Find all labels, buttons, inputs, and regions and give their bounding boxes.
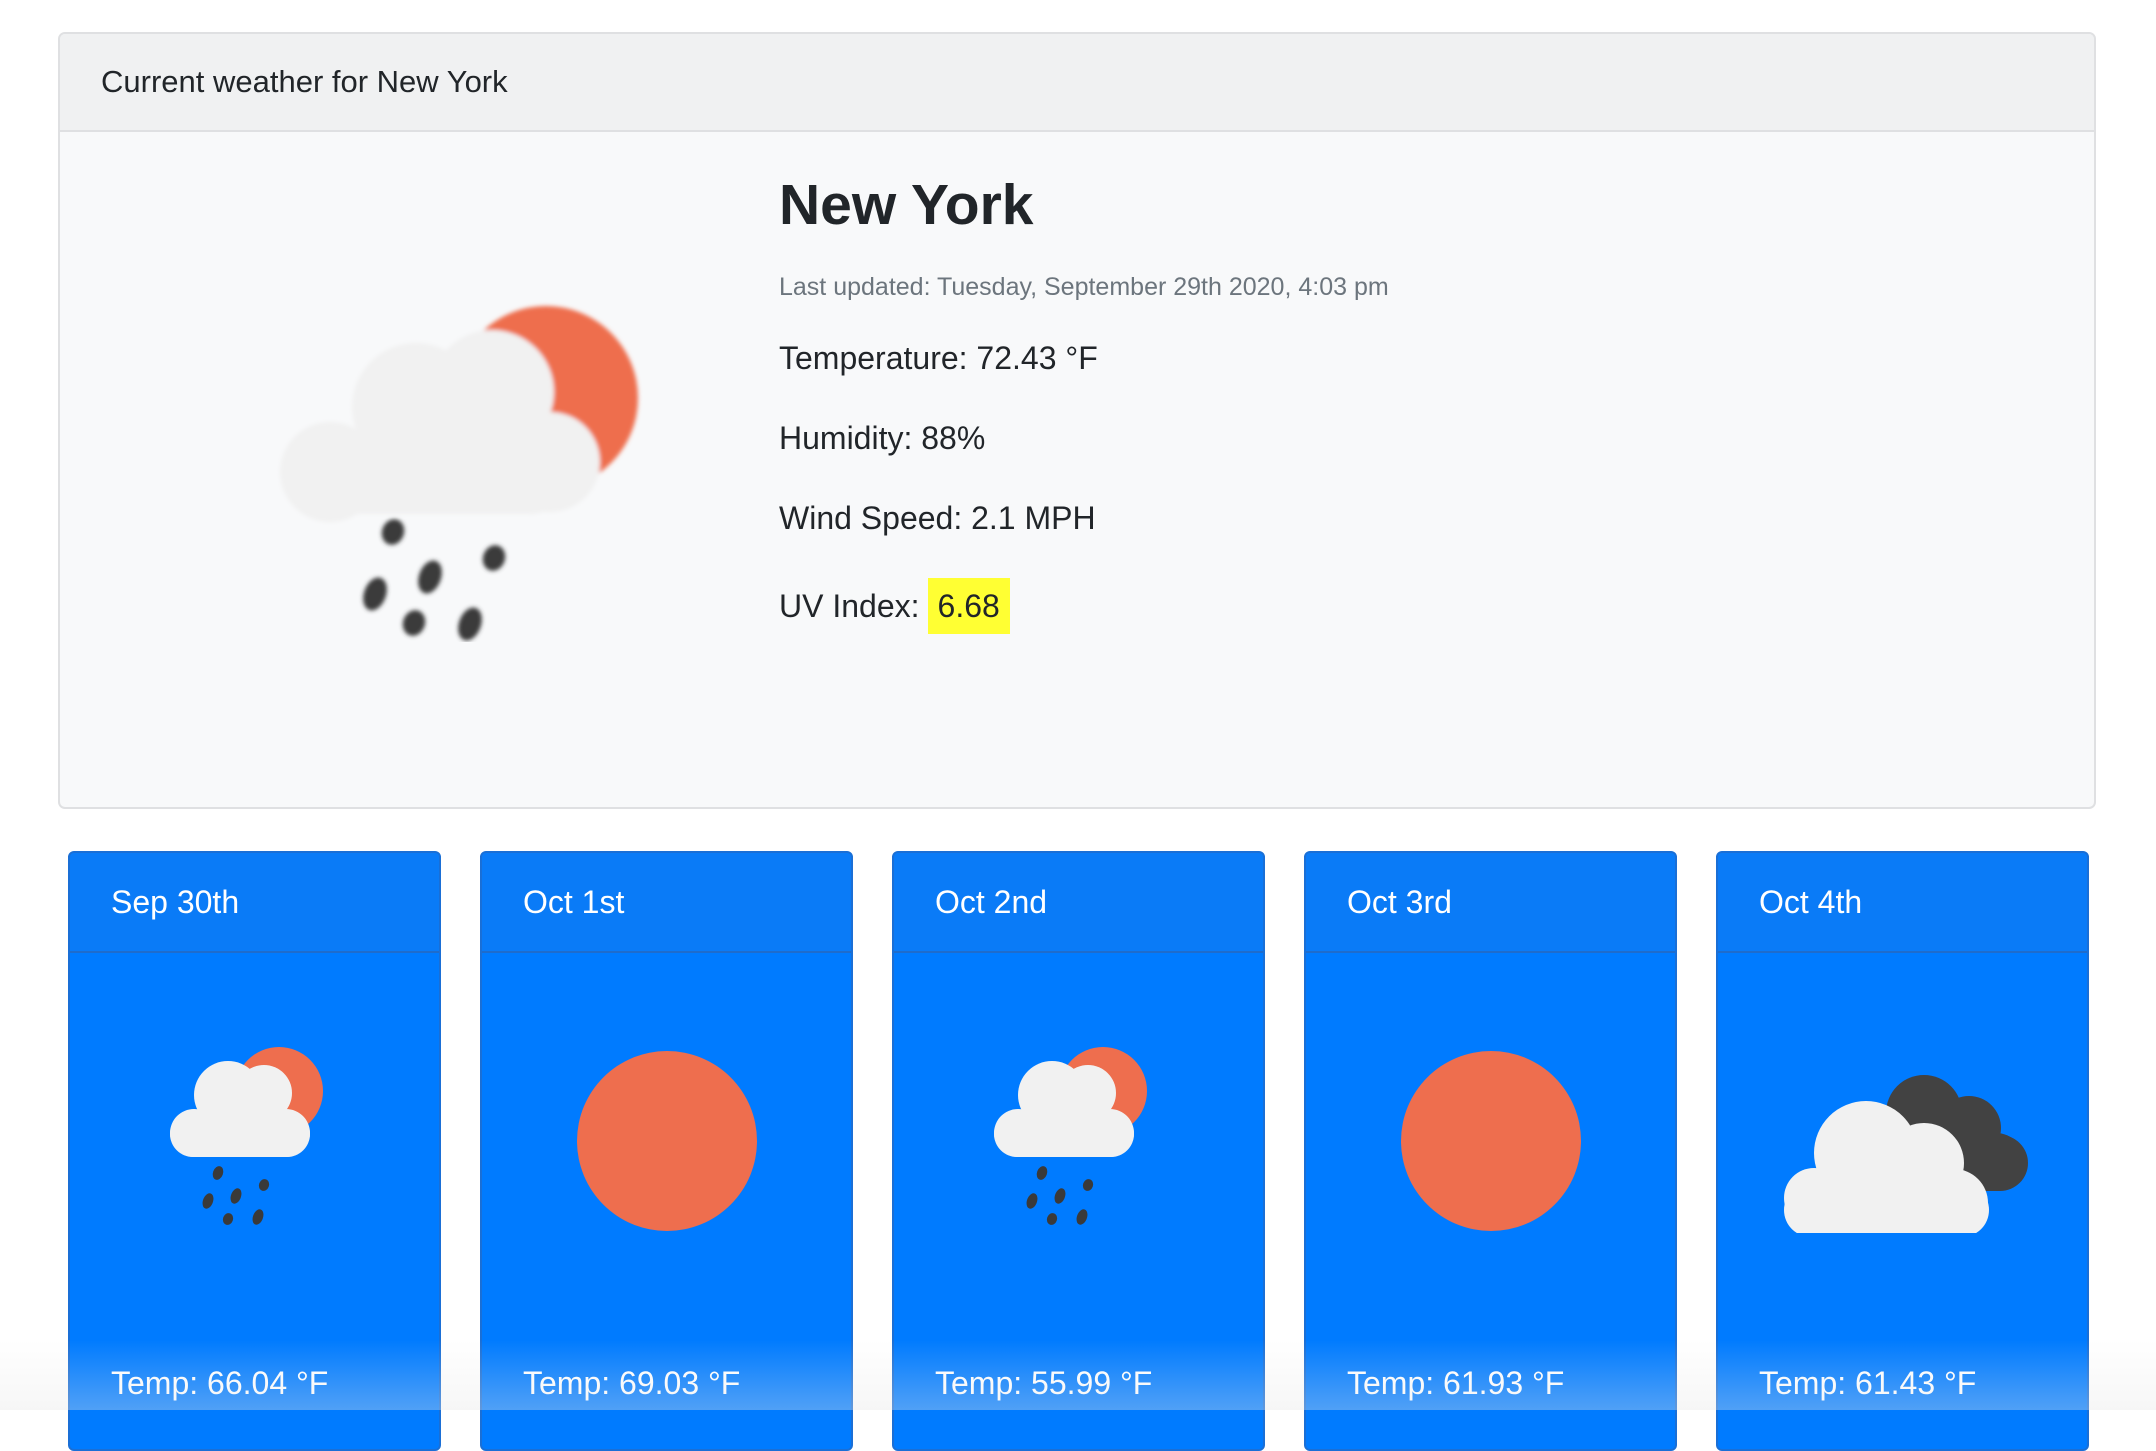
- forecast-temp: Temp: 61.43 °F: [1759, 1365, 1977, 1401]
- forecast-card: Sep 30th Temp: 66.04 °F: [68, 851, 441, 1451]
- forecast-date: Oct 1st: [482, 853, 851, 953]
- rain-sun-cloud-icon: [980, 1033, 1180, 1233]
- forecast-card: Oct 4th Temp: 61.43 °F: [1716, 851, 2089, 1451]
- forecast-temp: Temp: 55.99 °F: [935, 1365, 1153, 1401]
- current-weather-card: Current weather for New York New York La…: [58, 32, 2096, 809]
- forecast-date: Oct 2nd: [894, 853, 1263, 953]
- forecast-date: Sep 30th: [70, 853, 439, 953]
- temperature: Temperature: 72.43 °F: [779, 340, 1098, 376]
- current-weather-info: New York Last updated: Tuesday, Septembe…: [779, 172, 1389, 674]
- forecast-temp: Temp: 66.04 °F: [111, 1365, 329, 1401]
- humidity: Humidity: 88%: [779, 420, 986, 456]
- forecast-temp: Temp: 69.03 °F: [523, 1365, 741, 1401]
- forecast-card: Oct 2nd Temp: 55.99 °F: [892, 851, 1265, 1451]
- forecast-date: Oct 3rd: [1306, 853, 1675, 953]
- current-weather-header: Current weather for New York: [60, 34, 2094, 132]
- rain-sun-cloud-icon: [220, 262, 680, 642]
- city-name: New York: [779, 173, 1034, 237]
- last-updated: Last updated: Tuesday, September 29th 20…: [779, 273, 1389, 301]
- wind-speed: Wind Speed: 2.1 MPH: [779, 500, 1096, 536]
- rain-sun-cloud-icon: [156, 1033, 356, 1233]
- current-weather-body: New York Last updated: Tuesday, Septembe…: [60, 132, 2094, 807]
- uv-index-value: 6.68: [927, 578, 1010, 634]
- forecast-card: Oct 3rd Temp: 61.93 °F: [1304, 851, 1677, 1451]
- uv-index: UV Index: 6.68: [779, 578, 1389, 634]
- sun-icon: [568, 1033, 768, 1233]
- forecast-temp: Temp: 61.93 °F: [1347, 1365, 1565, 1401]
- forecast-date: Oct 4th: [1718, 853, 2087, 953]
- sun-icon: [1392, 1033, 1592, 1233]
- cloudy-icon: [1774, 1033, 2034, 1237]
- uv-index-label: UV Index:: [779, 588, 920, 624]
- forecast-row: Sep 30th Temp: 66.04 °F Oct 1st Temp: 69…: [68, 851, 2089, 1451]
- forecast-card: Oct 1st Temp: 69.03 °F: [480, 851, 853, 1451]
